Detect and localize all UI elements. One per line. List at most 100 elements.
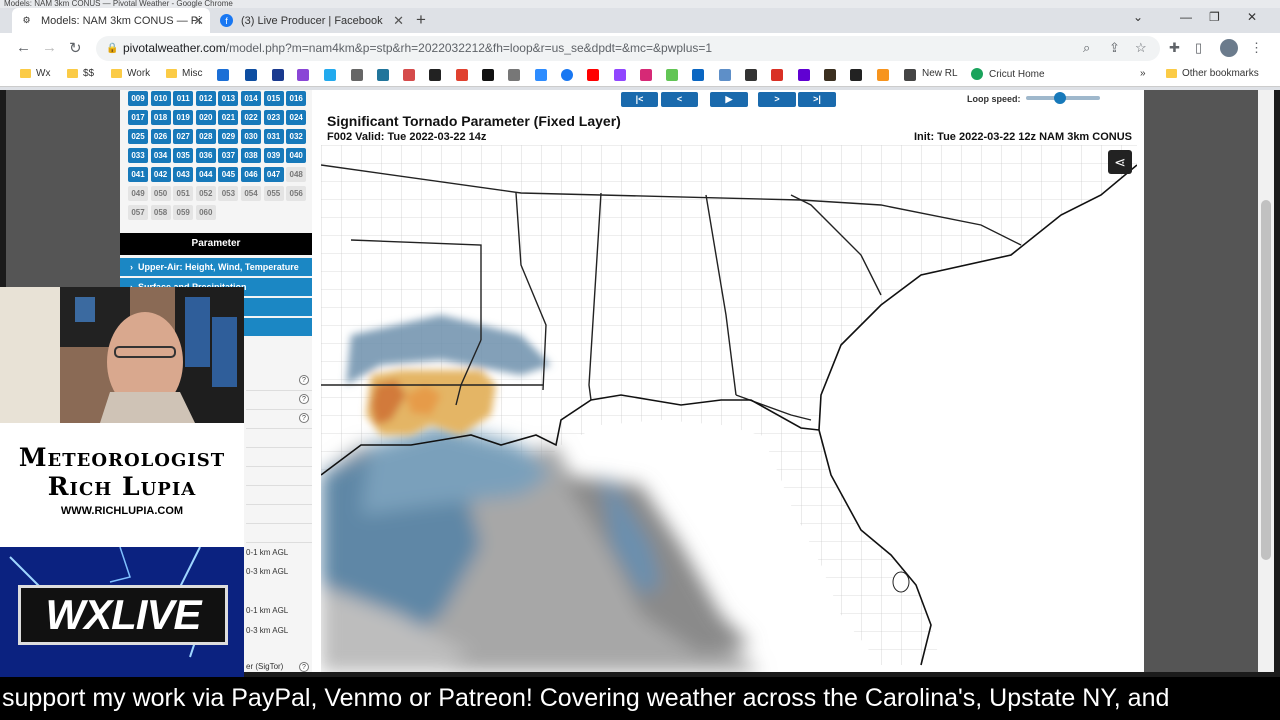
tab-pivotal[interactable]: ⚙ Models: NAM 3km CONUS — Pi ✕	[12, 8, 210, 33]
forecast-hour-button[interactable]: 024	[286, 110, 307, 125]
forward-icon[interactable]: →	[42, 39, 57, 56]
loop-speed-slider[interactable]	[1026, 92, 1100, 104]
bookmark-icon[interactable]	[745, 69, 757, 81]
bookmark-other[interactable]: Other bookmarks	[1166, 68, 1259, 79]
forecast-hour-button[interactable]: 046	[241, 167, 261, 182]
extensions-icon[interactable]: ✚	[1169, 40, 1180, 56]
help-icon[interactable]: ?	[299, 375, 309, 385]
gmail-icon[interactable]	[771, 69, 783, 81]
forecast-hour-button[interactable]: 050	[150, 186, 171, 201]
forecast-hour-button[interactable]: 014	[241, 91, 261, 106]
forecast-hour-button[interactable]: 011	[173, 91, 194, 106]
forecast-hour-button[interactable]: 056	[286, 186, 307, 201]
headphones-icon[interactable]	[508, 69, 520, 81]
forecast-hour-button[interactable]: 023	[263, 110, 284, 125]
param-item[interactable]: er (SigTor)	[246, 662, 283, 671]
forecast-hour-button[interactable]: 055	[263, 186, 284, 201]
paypal-icon[interactable]	[272, 69, 284, 81]
page-scrollbar[interactable]	[1258, 90, 1274, 672]
zoom-icon[interactable]: ⌕	[1083, 40, 1090, 56]
bookmark-folder-wx[interactable]: Wx	[20, 68, 50, 79]
wikipedia-icon[interactable]	[429, 69, 441, 81]
loop-prev-button[interactable]: <	[661, 92, 698, 107]
bookmark-icon[interactable]	[904, 69, 916, 81]
forecast-hour-button[interactable]: 010	[150, 91, 171, 106]
bookmark-icon[interactable]	[666, 69, 678, 81]
help-icon[interactable]: ?	[299, 413, 309, 423]
forecast-hour-button[interactable]: 051	[173, 186, 194, 201]
new-tab-button[interactable]: +	[416, 10, 426, 30]
bookmark-icon[interactable]	[877, 69, 889, 81]
forecast-hour-button[interactable]: 018	[150, 110, 171, 125]
forecast-hour-button[interactable]: 030	[241, 129, 261, 144]
weather-map[interactable]	[321, 145, 1137, 672]
bookmark-folder-work[interactable]: Work	[111, 68, 150, 79]
param-category-upper-air[interactable]: › Upper-Air: Height, Wind, Temperature	[120, 258, 312, 276]
share-icon[interactable]: ⋖	[1108, 150, 1132, 174]
bookmark-icon[interactable]	[824, 69, 836, 81]
bookmark-icon[interactable]	[403, 69, 415, 81]
forecast-hour-button[interactable]: 037	[218, 148, 239, 163]
forecast-hour-button[interactable]: 036	[195, 148, 216, 163]
param-item[interactable]: 0-1 km AGL	[246, 548, 288, 557]
loop-next-button[interactable]: >	[758, 92, 796, 107]
tab-facebook[interactable]: f (3) Live Producer | Facebook ✕	[212, 8, 410, 33]
share-page-icon[interactable]: ⇪	[1109, 40, 1120, 56]
venmo-icon[interactable]	[324, 69, 336, 81]
forecast-hour-button[interactable]: 042	[150, 167, 171, 182]
forecast-hour-button[interactable]: 021	[218, 110, 239, 125]
forecast-hour-button[interactable]: 034	[150, 148, 171, 163]
scrollbar-thumb[interactable]	[1261, 200, 1271, 560]
forecast-hour-button[interactable]: 013	[218, 91, 239, 106]
menu-icon[interactable]: ⋮	[1250, 40, 1263, 56]
forecast-hour-button[interactable]: 058	[150, 205, 171, 220]
close-icon[interactable]: ✕	[393, 13, 404, 29]
forecast-hour-button[interactable]: 022	[241, 110, 261, 125]
help-icon[interactable]: ?	[299, 662, 309, 672]
forecast-hour-button[interactable]: 009	[128, 91, 148, 106]
forecast-hour-button[interactable]: 015	[263, 91, 284, 106]
forecast-hour-button[interactable]: 016	[286, 91, 307, 106]
bookmark-icon[interactable]	[297, 69, 309, 81]
param-item[interactable]: 0-3 km AGL	[246, 567, 288, 576]
forecast-hour-button[interactable]: 043	[173, 167, 194, 182]
forecast-hour-button[interactable]: 025	[128, 129, 148, 144]
forecast-hour-button[interactable]: 028	[195, 129, 216, 144]
apple-icon[interactable]	[351, 69, 363, 81]
forecast-hour-button[interactable]: 054	[241, 186, 261, 201]
forecast-hour-button[interactable]: 059	[173, 205, 194, 220]
forecast-hour-button[interactable]: 053	[218, 186, 239, 201]
forecast-hour-button[interactable]: 047	[263, 167, 284, 182]
amazon-icon[interactable]	[850, 69, 862, 81]
forecast-hour-button[interactable]: 019	[173, 110, 194, 125]
close-window-button[interactable]: ✕	[1247, 10, 1257, 24]
back-icon[interactable]: ←	[16, 39, 31, 56]
sidepanel-icon[interactable]: ▯	[1195, 40, 1202, 56]
yahoo-mail-icon[interactable]	[798, 69, 810, 81]
minimize-button[interactable]: —	[1180, 10, 1192, 24]
reload-icon[interactable]: ↻	[69, 39, 82, 57]
forecast-hour-button[interactable]: 041	[128, 167, 148, 182]
bookmark-icon[interactable]	[245, 69, 257, 81]
forecast-hour-button[interactable]: 012	[195, 91, 216, 106]
bookmark-new-rl[interactable]: New RL	[922, 68, 958, 79]
forecast-hour-button[interactable]: 035	[173, 148, 194, 163]
restore-button[interactable]: ❐	[1209, 10, 1220, 24]
instagram-icon[interactable]	[640, 69, 652, 81]
star-icon[interactable]: ☆	[1135, 40, 1147, 56]
bookmark-cricut-home[interactable]: Cricut Home	[971, 68, 1045, 80]
param-item[interactable]: 0-3 km AGL	[246, 626, 288, 635]
forecast-hour-button[interactable]: 033	[128, 148, 148, 163]
forecast-hour-button[interactable]: 044	[195, 167, 216, 182]
forecast-hour-button[interactable]: 038	[241, 148, 261, 163]
forecast-hour-button[interactable]: 039	[263, 148, 284, 163]
bookmark-icon[interactable]	[482, 69, 494, 81]
loop-play-button[interactable]: ▶	[710, 92, 748, 107]
forecast-hour-button[interactable]: 057	[128, 205, 148, 220]
bookmark-folder-misc[interactable]: Misc	[166, 68, 203, 79]
facebook-icon[interactable]	[561, 69, 573, 81]
address-bar[interactable]: 🔒 pivotalweather.com/model.php?m=nam4km&…	[96, 36, 1160, 61]
profile-avatar[interactable]	[1220, 39, 1238, 57]
patreon-icon[interactable]	[456, 69, 468, 81]
help-icon[interactable]: ?	[299, 394, 309, 404]
